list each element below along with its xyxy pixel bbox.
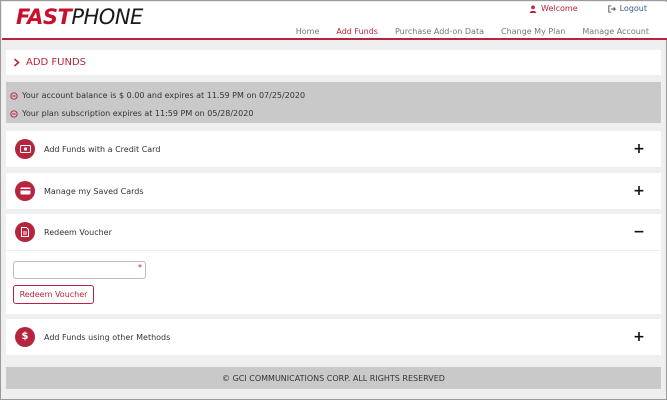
alert-circle-icon (10, 109, 18, 118)
expand-plus-icon[interactable]: + (632, 329, 646, 345)
credit-card-panel-header[interactable]: Add Funds with a Credit Card + (6, 131, 661, 167)
welcome-label: Welcome (541, 4, 578, 13)
logout-label: Logout (619, 4, 647, 13)
main-nav: Home Add Funds Purchase Add-on Data Chan… (296, 27, 649, 36)
nav-purchase-add-on-data[interactable]: Purchase Add-on Data (395, 27, 484, 36)
user-icon (529, 5, 537, 13)
voucher-code-input[interactable] (13, 261, 146, 279)
redeem-voucher-panel-header[interactable]: Redeem Voucher − (6, 214, 661, 250)
welcome-link[interactable]: Welcome (529, 4, 578, 13)
dollar-icon: $ (15, 327, 35, 347)
logout-link[interactable]: Logout (607, 4, 647, 13)
saved-cards-panel: Manage my Saved Cards + (6, 173, 661, 209)
site-header: FASTPHONE Welcome Logout Home Add Funds (2, 2, 667, 40)
account-info-box: Your account balance is $ 0.00 and expir… (6, 82, 661, 123)
expand-plus-icon[interactable]: + (632, 141, 646, 157)
other-methods-panel-label: Add Funds using other Methods (44, 332, 171, 342)
other-methods-panel: $ Add Funds using other Methods + (6, 319, 661, 355)
expand-plus-icon[interactable]: + (632, 183, 646, 199)
page-title: ADD FUNDS (26, 57, 87, 68)
site-footer: © GCI COMMUNICATIONS CORP. ALL RIGHTS RE… (6, 367, 661, 389)
nav-home[interactable]: Home (296, 27, 320, 36)
redeem-voucher-panel: Redeem Voucher − * Redeem Voucher (6, 214, 661, 314)
document-icon (15, 222, 35, 242)
page-frame: FASTPHONE Welcome Logout Home Add Funds (0, 0, 667, 400)
saved-cards-panel-label: Manage my Saved Cards (44, 186, 144, 196)
top-links: Welcome Logout (529, 4, 647, 13)
credit-card-panel-label: Add Funds with a Credit Card (44, 144, 161, 154)
redeem-voucher-panel-body: * Redeem Voucher (6, 250, 661, 314)
subscription-text: Your plan subscription expires at 11:59 … (22, 109, 254, 118)
nav-add-funds[interactable]: Add Funds (336, 27, 378, 36)
balance-text: Your account balance is $ 0.00 and expir… (22, 91, 306, 100)
balance-info: Your account balance is $ 0.00 and expir… (10, 88, 661, 103)
collapse-minus-icon[interactable]: − (632, 224, 646, 240)
copyright-text: © GCI COMMUNICATIONS CORP. ALL RIGHTS RE… (222, 373, 445, 383)
logo-part-fast: FAST (16, 5, 72, 29)
logo-part-phone: PHONE (71, 5, 143, 29)
saved-cards-panel-header[interactable]: Manage my Saved Cards + (6, 173, 661, 209)
page-title-box: ADD FUNDS (6, 50, 661, 75)
cash-icon (15, 139, 35, 159)
chevron-right-icon (13, 58, 20, 67)
subscription-info: Your plan subscription expires at 11:59 … (10, 106, 661, 121)
credit-card-panel: Add Funds with a Credit Card + (6, 131, 661, 167)
fastphone-logo[interactable]: FASTPHONE (16, 5, 143, 29)
required-asterisk: * (138, 263, 142, 272)
alert-circle-icon (10, 91, 18, 100)
redeem-voucher-button[interactable]: Redeem Voucher (13, 285, 94, 304)
other-methods-panel-header[interactable]: $ Add Funds using other Methods + (6, 319, 661, 355)
logout-icon (607, 4, 616, 13)
redeem-voucher-panel-label: Redeem Voucher (44, 227, 112, 237)
nav-manage-account[interactable]: Manage Account (582, 27, 649, 36)
card-icon (15, 181, 35, 201)
nav-change-my-plan[interactable]: Change My Plan (501, 27, 565, 36)
